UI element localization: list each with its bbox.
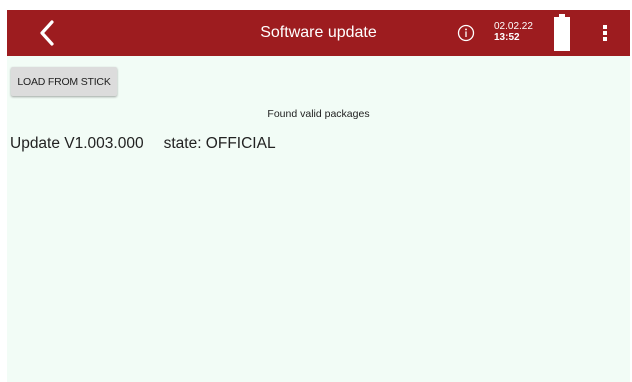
load-from-stick-button[interactable]: LOAD FROM STICK <box>11 67 117 96</box>
top-app-bar: Software update 02.02.22 13:52 <box>7 10 630 56</box>
date-time-display: 02.02.22 13:52 <box>494 21 544 43</box>
more-vertical-icon <box>603 25 607 41</box>
info-circle-icon <box>457 24 475 42</box>
package-list-item[interactable]: Update V1.003.000 state: OFFICIAL <box>10 135 276 153</box>
time-label: 13:52 <box>494 32 520 43</box>
date-label: 02.02.22 <box>494 21 533 32</box>
battery-full-icon <box>554 14 570 51</box>
status-message: Found valid packages <box>267 108 370 120</box>
software-update-screen: Software update 02.02.22 13:52 LOAD FROM… <box>0 0 632 382</box>
battery-indicator <box>552 14 572 52</box>
package-state: state: OFFICIAL <box>163 135 276 152</box>
content-area: LOAD FROM STICK Found valid packages Upd… <box>7 56 630 382</box>
package-name: Update V1.003.000 <box>10 135 144 152</box>
chevron-left-icon <box>40 20 54 46</box>
back-button[interactable] <box>29 16 65 50</box>
info-button[interactable] <box>456 23 476 43</box>
overflow-menu-button[interactable] <box>595 18 615 48</box>
